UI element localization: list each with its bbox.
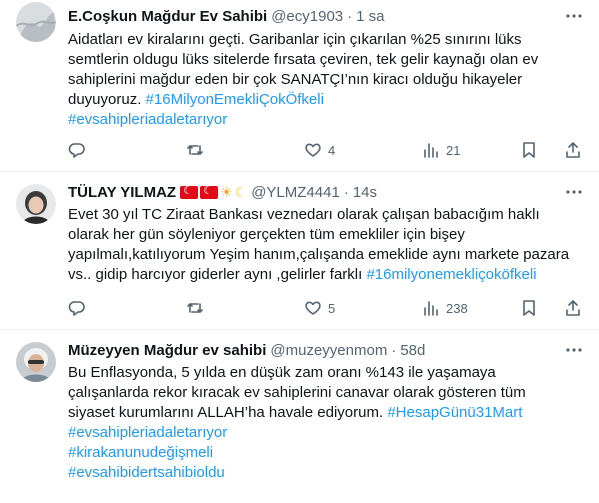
share-button[interactable] [564, 141, 582, 159]
user-handle[interactable]: @YLMZ4441 [251, 184, 340, 201]
display-name[interactable]: Müzeyyen Mağdur ev sahibi [68, 342, 266, 359]
views-button[interactable]: 238 [422, 299, 468, 317]
tweet-header: TÜLAY YILMAZ ☀ ☾ @YLMZ4441 · 14s [68, 182, 559, 202]
reply-icon [68, 301, 85, 316]
hashtag-link[interactable]: #16milyonemekliçoköfkeli [366, 266, 536, 283]
bookmark-icon [523, 300, 535, 316]
user-handle[interactable]: @ecy1903 [271, 8, 343, 25]
retweet-icon [187, 303, 203, 313]
heart-icon [305, 143, 321, 157]
tweet[interactable]: Müzeyyen Mağdur ev sahibi @muzeyyenmom ·… [0, 330, 599, 503]
tweet-text-line: siyaset kurumlarını ALLAH’ha havale ediy… [68, 403, 585, 423]
separator-dot: · [391, 341, 397, 359]
like-button[interactable]: 5 [304, 299, 335, 317]
tweet-header: Müzeyyen Mağdur ev sahibi @muzeyyenmom ·… [68, 340, 559, 360]
tweet-time[interactable]: 58d [400, 342, 425, 359]
tweet[interactable]: E.Coşkun Mağdur Ev Sahibi @ecy1903 · 1 s… [0, 0, 599, 172]
more-horizontal-icon[interactable] [563, 182, 585, 202]
tweet-text: Bu Enflasyonda, 5 yılda en düşük zam ora… [68, 363, 585, 483]
tweet-text-line: vs.. gidip harcıyor giderler aynı ,gelir… [68, 265, 585, 285]
tweet-text-line: #evsahipleriadaletarıyor [68, 110, 585, 130]
avatar[interactable] [16, 342, 56, 382]
views-count: 21 [446, 142, 461, 158]
tweet-text-line: Bu Enflasyonda, 5 yılda en düşük zam ora… [68, 363, 585, 383]
tweet-text-line: semtlerin oldugu lüks sitelerde fırsata … [68, 50, 585, 70]
tweet-text-line: çalışanlarda rekor kıracak ev sahiplerin… [68, 383, 585, 403]
views-chart-icon [424, 143, 438, 158]
turkish-flag-icon [180, 184, 199, 199]
text-segment: Evet 30 yıl TC Ziraat Bankası veznedarı … [68, 206, 540, 223]
text-segment: olarak her gün söyleniyor gerçekten tüm … [68, 226, 465, 243]
hashtag-link[interactable]: #evsahipleriadaletarıyor [68, 111, 227, 128]
display-name[interactable]: TÜLAY YILMAZ [68, 184, 176, 201]
hashtag-link[interactable]: #HesapGünü31Mart [387, 404, 522, 421]
text-segment: çalışanlarda rekor kıracak ev sahiplerin… [68, 384, 526, 401]
text-segment: Bu Enflasyonda, 5 yılda en düşük zam ora… [68, 364, 496, 381]
text-segment: vs.. gidip harcıyor giderler aynı ,gelir… [68, 266, 367, 283]
tweet[interactable]: TÜLAY YILMAZ ☀ ☾ @YLMZ4441 · 14s Evet 30… [0, 172, 599, 330]
avatar[interactable] [16, 184, 56, 224]
tweet-text-line: sahiplerini mağdur eden bir çok SANATÇI’… [68, 70, 585, 90]
heart-icon [305, 301, 321, 315]
share-button[interactable] [564, 299, 582, 317]
tweet-text-line: Evet 30 yıl TC Ziraat Bankası veznedarı … [68, 205, 585, 225]
text-segment: duyuyoruz. [68, 91, 146, 108]
hashtag-link[interactable]: #kirakanunudeğişmeli [68, 444, 213, 461]
retweet-button[interactable] [186, 299, 210, 317]
tweet-text: Aidatları ev kiralarını geçti. Garibanla… [68, 30, 585, 130]
separator-dot: · [347, 7, 353, 25]
tweet-feed: E.Coşkun Mağdur Ev Sahibi @ecy1903 · 1 s… [0, 0, 599, 503]
text-segment: yapılmalı,katılıyorum Yeşim hanım,çalışa… [68, 246, 570, 263]
reply-button[interactable] [68, 299, 92, 317]
like-button[interactable]: 4 [304, 141, 335, 159]
tweet-text: Evet 30 yıl TC Ziraat Bankası veznedarı … [68, 205, 585, 285]
like-count: 5 [328, 300, 336, 316]
tweet-text-line: #evsahibidertsahibioldu [68, 463, 585, 483]
more-horizontal-icon[interactable] [563, 340, 585, 360]
tweet-header: E.Coşkun Mağdur Ev Sahibi @ecy1903 · 1 s… [68, 6, 559, 26]
retweet-icon [187, 145, 203, 155]
tweet-time[interactable]: 1 sa [356, 8, 384, 25]
text-segment: siyaset kurumlarını ALLAH’ha havale ediy… [68, 404, 388, 421]
views-chart-icon [424, 301, 438, 316]
bookmark-button[interactable] [520, 141, 538, 159]
tweet-text-line: duyuyoruz. #16MilyonEmekliÇokÖfkeli [68, 90, 585, 110]
tweet-text-line: #kirakanunudeğişmeli [68, 443, 585, 463]
crescent-moon-icon: ☾ [234, 183, 248, 200]
sun-icon: ☀ [220, 183, 233, 200]
text-segment: Aidatları ev kiralarını geçti. Garibanla… [68, 31, 522, 48]
retweet-button[interactable] [186, 141, 210, 159]
text-segment: sahiplerini mağdur eden bir çok SANATÇI’… [68, 71, 523, 88]
bookmark-icon [523, 142, 535, 158]
bookmark-button[interactable] [520, 299, 538, 317]
tweet-time[interactable]: 14s [353, 184, 377, 201]
views-count: 238 [446, 300, 468, 316]
display-name[interactable]: E.Coşkun Mağdur Ev Sahibi [68, 8, 267, 25]
turkish-flag-icon [200, 184, 219, 199]
tweet-text-line: olarak her gün söyleniyor gerçekten tüm … [68, 225, 585, 245]
hashtag-link[interactable]: #evsahibidertsahibioldu [68, 464, 225, 481]
separator-dot: · [343, 183, 349, 201]
more-horizontal-icon[interactable] [563, 6, 585, 26]
avatar[interactable] [16, 2, 56, 42]
tweet-text-line: #evsahipleriadaletarıyor [68, 423, 585, 443]
share-icon [566, 142, 580, 158]
tweet-text-line: Aidatları ev kiralarını geçti. Garibanla… [68, 30, 585, 50]
hashtag-link[interactable]: #16MilyonEmekliÇokÖfkeli [146, 91, 324, 108]
reply-icon [68, 143, 85, 158]
hashtag-link[interactable]: #evsahipleriadaletarıyor [68, 424, 227, 441]
reply-button[interactable] [68, 141, 92, 159]
tweet-actions: 4 21 [68, 140, 585, 160]
share-icon [566, 300, 580, 316]
like-count: 4 [328, 142, 336, 158]
views-button[interactable]: 21 [422, 141, 460, 159]
tweet-actions: 5 238 [68, 298, 585, 318]
user-handle[interactable]: @muzeyyenmom [270, 342, 387, 359]
tweet-text-line: yapılmalı,katılıyorum Yeşim hanım,çalışa… [68, 245, 585, 265]
text-segment: semtlerin oldugu lüks sitelerde fırsata … [68, 51, 539, 68]
name-emojis: ☀ ☾ [180, 184, 247, 201]
